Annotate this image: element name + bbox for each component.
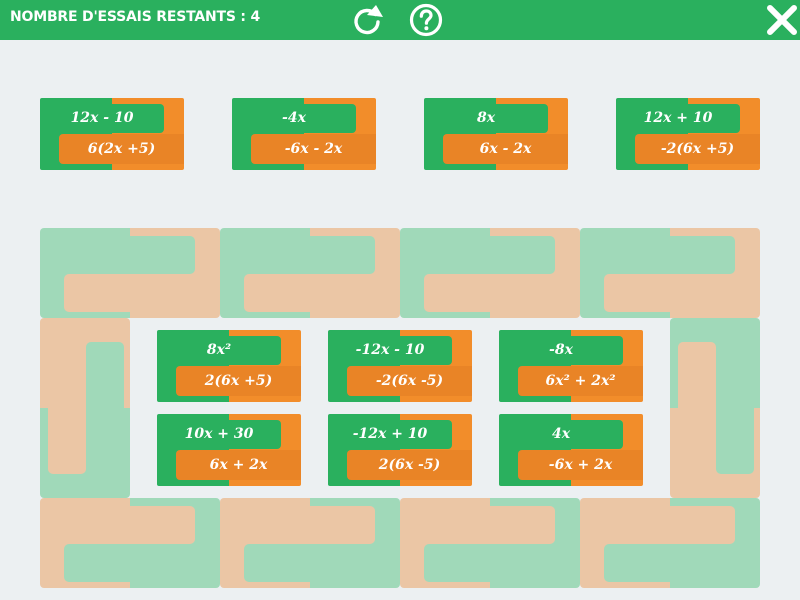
empty-slot[interactable] [40,318,130,498]
top-bar: NOMBRE D'ESSAIS RESTANTS : 4 [0,0,800,40]
card-top-expression: -8x [549,342,573,358]
empty-slot[interactable] [580,498,760,588]
card-bottom-expression: -2(6x -5) [375,373,444,389]
expression-card[interactable]: -8x 6x² + 2x² [499,330,643,402]
expression-card[interactable]: 12x - 10 6(2x +5) [40,98,184,170]
empty-slot[interactable] [220,228,400,318]
close-icon[interactable] [764,2,800,38]
help-icon[interactable] [409,3,443,37]
card-bottom-expression: -6x + 2x [548,457,613,473]
card-bottom-expression: 6x² + 2x² [545,373,616,389]
card-top-expression: -12x - 10 [355,342,425,358]
card-top-expression: 12x - 10 [70,110,134,126]
empty-slot[interactable] [400,498,580,588]
card-bottom-expression: 2(6x +5) [204,373,273,389]
card-top-expression: 8x [476,110,496,126]
card-top-expression: 12x + 10 [643,110,713,126]
card-bottom-expression: -2(6x +5) [660,141,735,157]
empty-slot[interactable] [400,228,580,318]
card-top-expression: -12x + 10 [352,426,428,442]
expression-card[interactable]: -12x - 10 -2(6x -5) [328,330,472,402]
expression-card[interactable]: -4x -6x - 2x [232,98,376,170]
card-bottom-expression: 6x + 2x [209,457,268,473]
expression-card[interactable]: 10x + 30 6x + 2x [157,414,301,486]
card-bottom-expression: 6x - 2x [479,141,532,157]
card-top-expression: -4x [282,110,306,126]
card-top-expression: 10x + 30 [184,426,254,442]
empty-slot[interactable] [40,228,220,318]
empty-slot[interactable] [220,498,400,588]
card-bottom-expression: -6x - 2x [284,141,343,157]
empty-slot[interactable] [580,228,760,318]
expression-card[interactable]: 4x -6x + 2x [499,414,643,486]
restart-icon[interactable] [350,3,384,37]
card-top-expression: 8x² [206,342,232,358]
expression-card[interactable]: 8x 6x - 2x [424,98,568,170]
remaining-trials-counter: NOMBRE D'ESSAIS RESTANTS : 4 [10,9,261,25]
empty-slot[interactable] [670,318,760,498]
expression-card[interactable]: -12x + 10 2(6x -5) [328,414,472,486]
card-bottom-expression: 6(2x +5) [87,141,156,157]
card-top-expression: 4x [551,426,571,442]
card-bottom-expression: 2(6x -5) [378,457,441,473]
expression-card[interactable]: 8x² 2(6x +5) [157,330,301,402]
empty-slot[interactable] [40,498,220,588]
expression-card[interactable]: 12x + 10 -2(6x +5) [616,98,760,170]
